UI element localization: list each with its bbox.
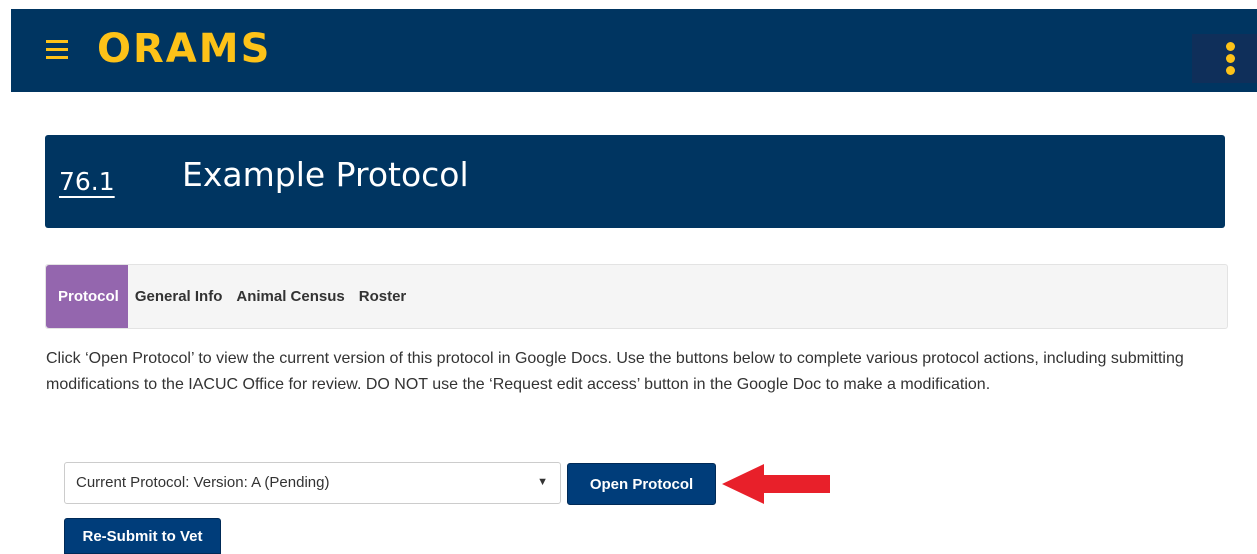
hamburger-menu-icon[interactable] xyxy=(46,29,82,69)
top-navbar: ORAMS xyxy=(11,9,1257,92)
resubmit-to-vet-button[interactable]: Re-Submit to Vet xyxy=(64,518,221,554)
protocol-version-select[interactable]: Current Protocol: Version: A (Pending) ▼ xyxy=(64,462,561,504)
page-title: Example Protocol xyxy=(182,155,469,194)
tab-bar: Protocol General Info Animal Census Rost… xyxy=(45,264,1228,329)
tab-roster[interactable]: Roster xyxy=(352,265,414,328)
kebab-menu-icon[interactable] xyxy=(1192,34,1257,83)
open-protocol-button[interactable]: Open Protocol xyxy=(567,463,716,505)
tab-general-info[interactable]: General Info xyxy=(128,265,230,328)
tab-protocol[interactable]: Protocol xyxy=(46,265,128,328)
chevron-down-icon: ▼ xyxy=(537,476,548,488)
tab-animal-census[interactable]: Animal Census xyxy=(229,265,351,328)
protocol-header: 76.1 Example Protocol xyxy=(45,135,1225,228)
instructions-text: Click ‘Open Protocol’ to view the curren… xyxy=(46,350,1184,393)
protocol-number-link[interactable]: 76.1 xyxy=(59,167,115,196)
selected-version-value: Current Protocol: Version: A (Pending) xyxy=(76,474,330,491)
red-arrow-annotation-icon xyxy=(722,464,830,504)
brand-logo[interactable]: ORAMS xyxy=(97,23,271,75)
